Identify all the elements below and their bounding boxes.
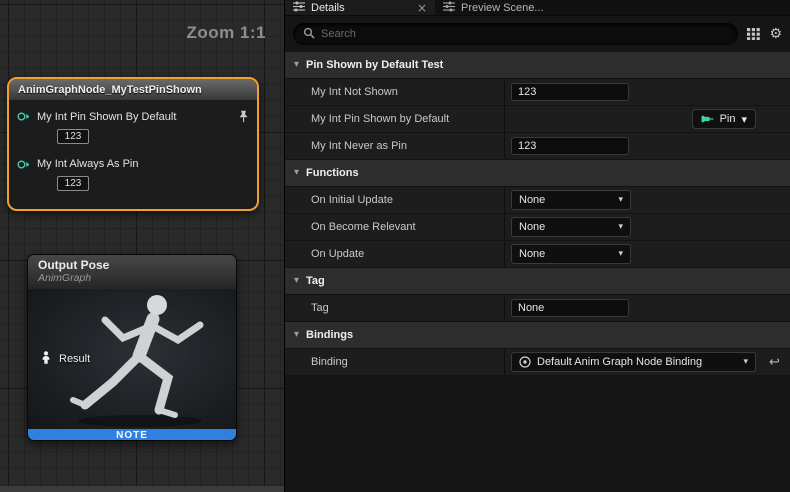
pushpin-toggle-icon[interactable] — [238, 110, 249, 123]
reset-to-default-icon[interactable]: ↩ — [769, 356, 780, 369]
my-int-never-as-pin-input[interactable] — [511, 137, 629, 155]
property-label: On Initial Update — [285, 187, 504, 213]
row-my-int-not-shown: My Int Not Shown — [285, 79, 790, 106]
category-tag[interactable]: ▾ Tag — [285, 268, 790, 295]
zoom-level-label: Zoom 1:1 — [186, 23, 266, 43]
graph-bottom-bar — [0, 486, 284, 492]
node-body: My Int Pin Shown By Default 123 My Int A… — [9, 100, 257, 209]
pin-icon — [701, 114, 714, 124]
property-label: My Int Pin Shown by Default — [285, 106, 504, 132]
details-tab-icon — [293, 1, 305, 15]
pin-row: My Int Pin Shown By Default — [17, 110, 249, 123]
chevron-down-icon: ▾ — [294, 276, 299, 286]
node-preview-area: Result — [28, 289, 236, 429]
row-binding: Binding Default Anim Graph Node Binding … — [285, 349, 790, 376]
chevron-down-icon: ▾ — [618, 250, 623, 259]
tag-input[interactable] — [511, 299, 629, 317]
property-label: My Int Never as Pin — [285, 133, 504, 159]
result-pin[interactable]: Result — [40, 351, 90, 367]
result-pin-label: Result — [59, 353, 90, 365]
category-pin-shown-by-default-test[interactable]: ▾ Pin Shown by Default Test — [285, 52, 790, 79]
search-box[interactable] — [293, 23, 738, 45]
search-row: ⚙ — [285, 16, 790, 52]
settings-gear-icon[interactable]: ⚙ — [769, 27, 782, 41]
property-label: Tag — [285, 295, 504, 321]
row-my-int-never-as-pin: My Int Never as Pin — [285, 133, 790, 160]
pin-value-field[interactable]: 123 — [57, 129, 89, 144]
preview-scene-tab-icon — [443, 1, 455, 15]
node-header[interactable]: AnimGraphNode_MyTestPinShown — [9, 79, 257, 100]
chevron-down-icon: ▾ — [294, 330, 299, 340]
on-initial-update-dropdown[interactable]: None ▾ — [511, 190, 631, 210]
chevron-down-icon: ▾ — [294, 168, 299, 178]
tab-label: Details — [311, 2, 345, 14]
pin-dropdown-button[interactable]: Pin ▾ — [692, 109, 756, 129]
chevron-down-icon: ▾ — [618, 196, 623, 205]
tab-details[interactable]: Details × — [285, 0, 435, 15]
row-on-become-relevant: On Become Relevant None ▾ — [285, 214, 790, 241]
binding-icon — [519, 356, 531, 368]
property-label: Binding — [285, 349, 504, 375]
tab-preview-scene[interactable]: Preview Scene... — [435, 0, 577, 15]
chevron-down-icon: ▾ — [294, 60, 299, 70]
search-icon — [303, 27, 315, 42]
node-title: AnimGraphNode_MyTestPinShown — [18, 84, 202, 96]
pin-row: My Int Always As Pin — [17, 158, 249, 170]
tab-bar: Details × Preview Scene... — [285, 0, 790, 16]
property-label: My Int Not Shown — [285, 79, 504, 105]
chevron-down-icon: ▾ — [741, 113, 747, 126]
int-pin-icon[interactable] — [17, 159, 30, 170]
row-on-initial-update: On Initial Update None ▾ — [285, 187, 790, 214]
graph-node-output-pose[interactable]: Output Pose AnimGraph — [27, 254, 237, 441]
property-label: On Update — [285, 241, 504, 267]
note-bar: NOTE — [28, 429, 236, 441]
row-my-int-pin-shown-by-default: My Int Pin Shown by Default Pin ▾ — [285, 106, 790, 133]
node-subtitle: AnimGraph — [38, 272, 226, 284]
int-pin-icon[interactable] — [17, 111, 30, 122]
anim-graph-canvas[interactable]: Zoom 1:1 AnimGraphNode_MyTestPinShown My… — [0, 0, 284, 492]
close-icon[interactable]: × — [417, 2, 427, 14]
row-tag: Tag — [285, 295, 790, 322]
chevron-down-icon: ▾ — [743, 358, 748, 367]
note-label: NOTE — [116, 430, 148, 441]
node-title: Output Pose — [38, 258, 226, 272]
graph-node-test-pin-shown[interactable]: AnimGraphNode_MyTestPinShown My Int Pin … — [7, 77, 259, 211]
person-pin-icon — [40, 351, 52, 367]
my-int-not-shown-input[interactable] — [511, 83, 629, 101]
display-grid-icon[interactable] — [747, 28, 760, 40]
pin-label: My Int Always As Pin — [37, 158, 138, 170]
unreal-editor-window: Zoom 1:1 AnimGraphNode_MyTestPinShown My… — [0, 0, 790, 492]
chevron-down-icon: ▾ — [618, 223, 623, 232]
node-header[interactable]: Output Pose AnimGraph — [28, 255, 236, 289]
row-on-update: On Update None ▾ — [285, 241, 790, 268]
tab-label: Preview Scene... — [461, 2, 544, 14]
on-update-dropdown[interactable]: None ▾ — [511, 244, 631, 264]
details-panel: Details × Preview Scene... ⚙ — [284, 0, 790, 492]
pin-value-field[interactable]: 123 — [57, 176, 89, 191]
on-become-relevant-dropdown[interactable]: None ▾ — [511, 217, 631, 237]
pin-button-label: Pin — [720, 113, 736, 125]
property-label: On Become Relevant — [285, 214, 504, 240]
pin-label: My Int Pin Shown By Default — [37, 111, 176, 123]
binding-dropdown[interactable]: Default Anim Graph Node Binding ▾ — [511, 352, 756, 372]
property-list: ▾ Pin Shown by Default Test My Int Not S… — [285, 52, 790, 376]
search-input[interactable] — [321, 28, 728, 40]
category-functions[interactable]: ▾ Functions — [285, 160, 790, 187]
category-bindings[interactable]: ▾ Bindings — [285, 322, 790, 349]
